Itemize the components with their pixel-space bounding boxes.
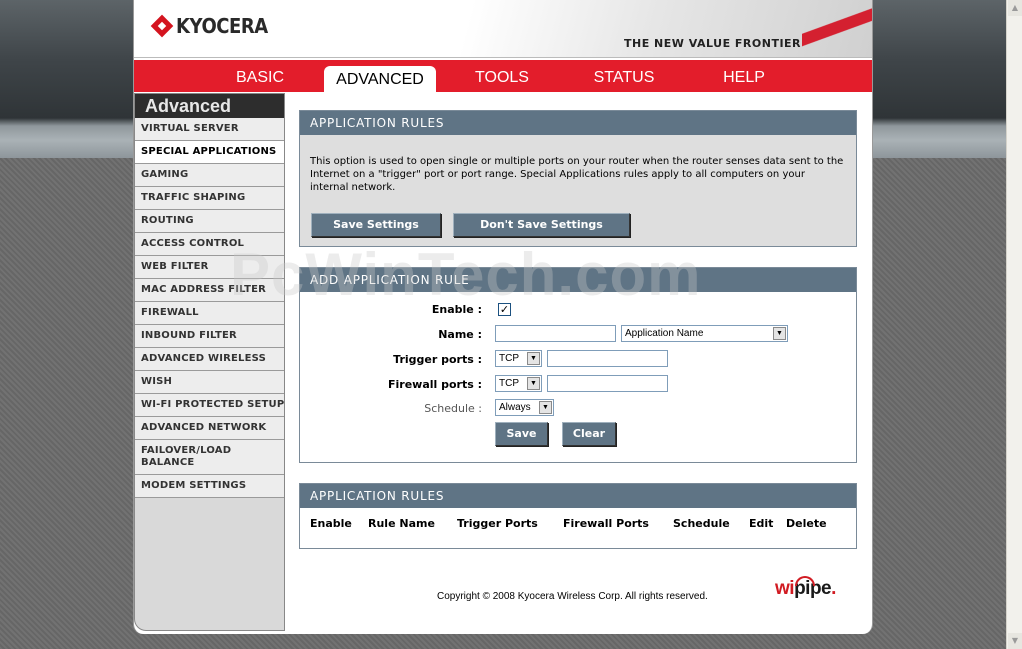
application-name-select-value: Application Name — [625, 328, 704, 339]
trigger-ports-label: Trigger ports : — [393, 353, 482, 366]
brand-name: KYOCERA — [176, 14, 268, 38]
column-header-schedule: Schedule — [673, 517, 730, 530]
page-header: KYOCERA THE NEW VALUE FRONTIER — [134, 0, 872, 58]
sidebar-item-failover-load-balance[interactable]: FAILOVER/LOAD BALANCE — [135, 440, 284, 475]
firewall-ports-input[interactable] — [547, 375, 668, 392]
chevron-down-icon[interactable]: ▼ — [539, 401, 552, 414]
enable-label: Enable : — [431, 303, 482, 316]
application-rules-table-section: APPLICATION RULES Enable Rule Name Trigg… — [299, 483, 857, 549]
sidebar-item-virtual-server[interactable]: VIRTUAL SERVER — [135, 118, 284, 141]
column-header-edit: Edit — [749, 517, 774, 530]
sidebar-item-routing[interactable]: ROUTING — [135, 210, 284, 233]
schedule-value: Always — [499, 402, 531, 413]
save-rule-button[interactable]: Save — [495, 422, 548, 446]
column-header-delete: Delete — [786, 517, 827, 530]
save-settings-button[interactable]: Save Settings — [311, 213, 441, 237]
column-header-rule-name: Rule Name — [368, 517, 435, 530]
clear-button[interactable]: Clear — [562, 422, 616, 446]
application-name-select[interactable]: Application Name ▼ — [621, 325, 788, 342]
sidebar-item-modem-settings[interactable]: MODEM SETTINGS — [135, 475, 284, 498]
column-header-enable: Enable — [310, 517, 352, 530]
sidebar-item-wifi-protected-setup[interactable]: WI-FI PROTECTED SETUP — [135, 394, 284, 417]
application-rules-intro-section: APPLICATION RULES This option is used to… — [299, 110, 857, 247]
sidebar-item-web-filter[interactable]: WEB FILTER — [135, 256, 284, 279]
schedule-select[interactable]: Always ▼ — [495, 399, 554, 416]
tab-tools[interactable]: TOOLS — [454, 64, 550, 92]
section-description: This option is used to open single or mu… — [310, 156, 844, 193]
trigger-ports-input[interactable] — [547, 350, 668, 367]
schedule-label: Schedule : — [424, 402, 482, 415]
router-admin-page: KYOCERA THE NEW VALUE FRONTIER BASIC ADV… — [133, 0, 873, 634]
firewall-ports-label: Firewall ports : — [387, 378, 482, 391]
wipipe-logo-text-dot: . — [831, 578, 836, 599]
tagline: THE NEW VALUE FRONTIER — [624, 37, 802, 50]
column-header-trigger-ports: Trigger Ports — [457, 517, 538, 530]
kyocera-logo-mark-icon — [152, 16, 172, 36]
scroll-down-arrow-icon[interactable]: ▼ — [1008, 633, 1022, 649]
tab-status[interactable]: STATUS — [574, 64, 674, 92]
sidebar-item-advanced-wireless[interactable]: ADVANCED WIRELESS — [135, 348, 284, 371]
sidebar-item-wish[interactable]: WISH — [135, 371, 284, 394]
wipipe-logo: wipipe. — [775, 576, 836, 600]
firewall-protocol-value: TCP — [499, 378, 519, 389]
sidebar-item-traffic-shaping[interactable]: TRAFFIC SHAPING — [135, 187, 284, 210]
dont-save-settings-button[interactable]: Don't Save Settings — [453, 213, 630, 237]
sidebar-item-special-applications[interactable]: SPECIAL APPLICATIONS — [135, 141, 284, 164]
trigger-protocol-value: TCP — [499, 353, 519, 364]
tab-help[interactable]: HELP — [698, 64, 790, 92]
scroll-up-arrow-icon[interactable]: ▲ — [1008, 0, 1022, 16]
copyright-text: Copyright © 2008 Kyocera Wireless Corp. … — [437, 591, 708, 602]
section-title: APPLICATION RULES — [300, 484, 856, 508]
enable-checkbox[interactable]: ✓ — [498, 303, 511, 316]
sidebar: Advanced VIRTUAL SERVER SPECIAL APPLICAT… — [134, 93, 285, 631]
name-label: Name : — [438, 328, 482, 341]
section-title: APPLICATION RULES — [300, 111, 856, 135]
name-input[interactable] — [495, 325, 616, 342]
vertical-scrollbar[interactable]: ▲ ▼ — [1006, 0, 1022, 649]
sidebar-item-access-control[interactable]: ACCESS CONTROL — [135, 233, 284, 256]
main-nav: BASIC ADVANCED TOOLS STATUS HELP — [134, 58, 872, 94]
wipipe-logo-text-wi: wi — [775, 578, 795, 599]
chevron-down-icon[interactable]: ▼ — [527, 377, 540, 390]
tab-advanced[interactable]: ADVANCED — [324, 66, 436, 94]
column-header-firewall-ports: Firewall Ports — [563, 517, 649, 530]
tab-basic[interactable]: BASIC — [214, 64, 306, 92]
add-application-rule-section: ADD APPLICATION RULE Enable : ✓ Name : A… — [299, 267, 857, 463]
chevron-down-icon[interactable]: ▼ — [527, 352, 540, 365]
header-swoosh-decoration — [802, 0, 872, 58]
firewall-protocol-select[interactable]: TCP ▼ — [495, 375, 542, 392]
kyocera-logo: KYOCERA — [152, 14, 278, 38]
section-title: ADD APPLICATION RULE — [300, 268, 856, 292]
sidebar-item-advanced-network[interactable]: ADVANCED NETWORK — [135, 417, 284, 440]
trigger-protocol-select[interactable]: TCP ▼ — [495, 350, 542, 367]
sidebar-item-firewall[interactable]: FIREWALL — [135, 302, 284, 325]
chevron-down-icon[interactable]: ▼ — [773, 327, 786, 340]
sidebar-item-mac-address-filter[interactable]: MAC ADDRESS FILTER — [135, 279, 284, 302]
sidebar-title: Advanced — [135, 94, 284, 118]
sidebar-item-gaming[interactable]: GAMING — [135, 164, 284, 187]
sidebar-item-inbound-filter[interactable]: INBOUND FILTER — [135, 325, 284, 348]
